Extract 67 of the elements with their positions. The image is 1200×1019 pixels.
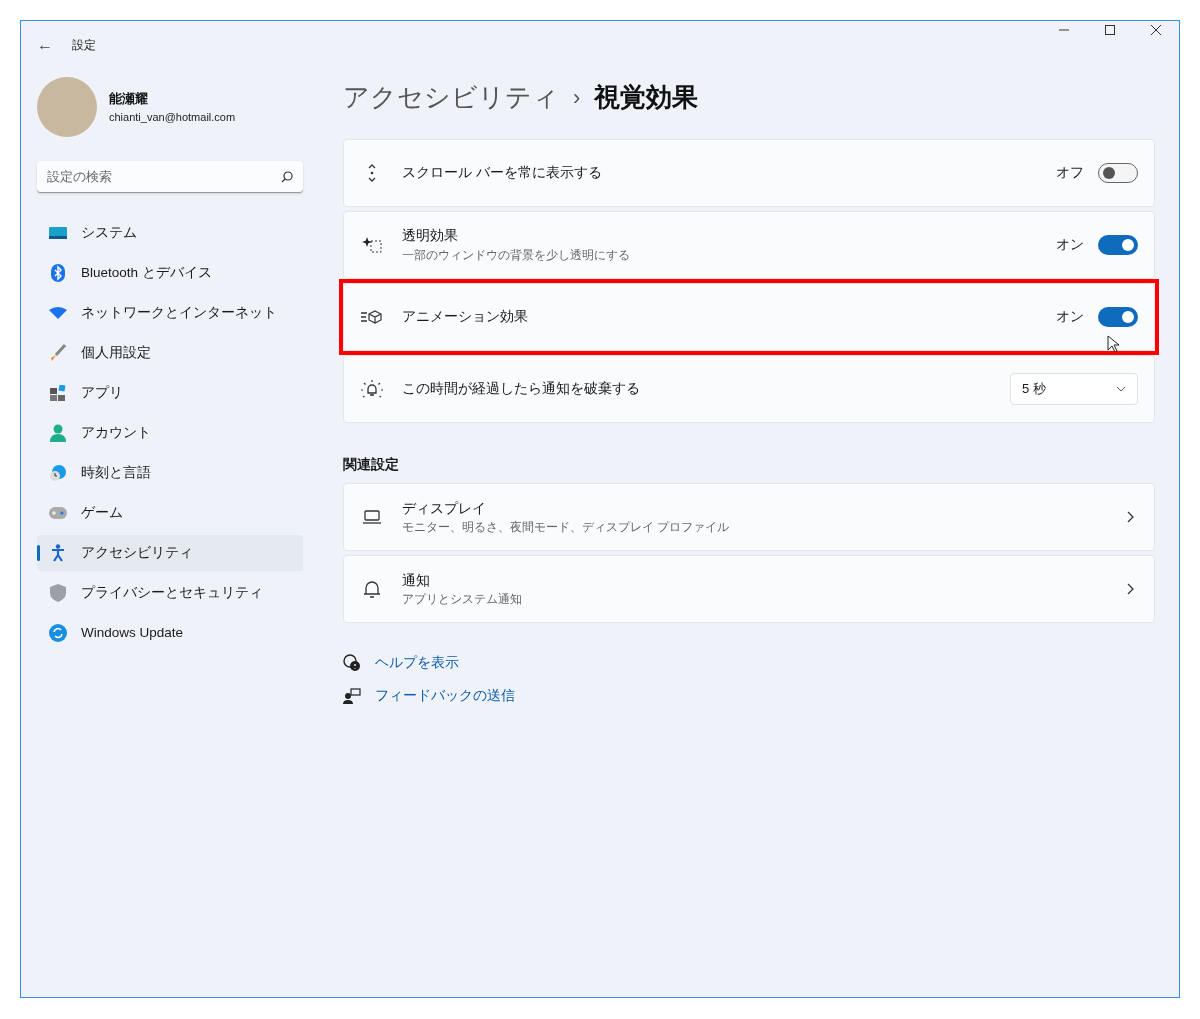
sidebar-item[interactable]: アクセシビリティ bbox=[37, 535, 303, 571]
lines-cube-icon bbox=[361, 310, 383, 324]
update-icon bbox=[49, 624, 67, 642]
breadcrumb-parent[interactable]: アクセシビリティ bbox=[343, 77, 559, 117]
setting-description: 一部のウィンドウの背景を少し透明にする bbox=[402, 247, 630, 263]
avatar bbox=[37, 77, 97, 137]
page-title: 視覚効果 bbox=[594, 80, 699, 114]
chevron-right-icon bbox=[1127, 511, 1134, 524]
toggle-state-label: オン bbox=[1056, 235, 1084, 254]
apps-icon bbox=[50, 385, 66, 401]
monitor-icon bbox=[49, 226, 67, 240]
toggle-switch[interactable] bbox=[1098, 163, 1138, 183]
sidebar-item[interactable]: アカウント bbox=[37, 415, 303, 451]
wifi-icon bbox=[49, 307, 67, 319]
chevron-right-icon bbox=[1127, 583, 1134, 596]
shield-icon bbox=[50, 584, 66, 602]
toggle-switch[interactable] bbox=[1098, 235, 1138, 255]
help-link[interactable]: ヘルプを表示 bbox=[375, 653, 459, 674]
section-heading: 関連設定 bbox=[343, 456, 400, 474]
user-name: 能瀬耀 bbox=[109, 90, 149, 108]
sidebar-item[interactable]: ネットワークとインターネット bbox=[37, 295, 303, 331]
close-icon[interactable] bbox=[1151, 25, 1161, 35]
toggle-switch[interactable] bbox=[1098, 307, 1138, 327]
setting-title: アニメーション効果 bbox=[402, 307, 528, 326]
toggle-state-label: オン bbox=[1056, 307, 1084, 326]
duration-dropdown[interactable]: 5 秒 bbox=[1010, 373, 1138, 405]
sidebar-item[interactable]: プライバシーとセキュリティ bbox=[37, 575, 303, 611]
chevron-down-icon bbox=[1116, 386, 1126, 392]
setting-title: 透明効果 bbox=[402, 227, 459, 246]
scroll-arrows-icon bbox=[367, 163, 377, 183]
sidebar-item[interactable]: 時刻と言語 bbox=[37, 455, 303, 491]
maximize-icon[interactable] bbox=[1105, 25, 1115, 35]
laptop-icon bbox=[362, 510, 382, 525]
help-person-icon bbox=[343, 654, 361, 673]
sidebar-item[interactable]: Bluetooth とデバイス bbox=[37, 255, 303, 291]
globe-clock-icon bbox=[49, 464, 67, 482]
help-link[interactable]: フィードバックの送信 bbox=[375, 685, 515, 706]
user-email: chianti_van@hotmail.com bbox=[109, 109, 236, 125]
bell-icon bbox=[363, 579, 381, 600]
brush-icon bbox=[50, 344, 66, 362]
accessibility-icon bbox=[51, 544, 65, 562]
sparkle-dashed-square-icon bbox=[362, 236, 382, 254]
setting-title: ディスプレイ bbox=[402, 499, 487, 518]
related-setting-card[interactable]: ディスプレイ モニター、明るさ、夜間モード、ディスプレイ プロファイル bbox=[343, 483, 1155, 552]
setting-title: 通知 bbox=[402, 571, 431, 590]
selection-indicator bbox=[37, 545, 40, 561]
sidebar-item[interactable]: Windows Update bbox=[37, 615, 303, 651]
setting-title: スクロール バーを常に表示する bbox=[402, 163, 602, 182]
setting-title: この時間が経過したら通知を破棄する bbox=[402, 379, 640, 398]
back-button[interactable]: ← bbox=[37, 33, 53, 57]
toggle-state-label: オフ bbox=[1056, 163, 1084, 182]
feedback-person-icon bbox=[343, 687, 361, 704]
search-icon bbox=[281, 170, 293, 183]
breadcrumb-separator: › bbox=[573, 83, 581, 112]
bluetooth-icon bbox=[51, 264, 65, 282]
setting-description: モニター、明るさ、夜間モード、ディスプレイ プロファイル bbox=[402, 519, 730, 535]
person-icon bbox=[50, 424, 66, 442]
sidebar-item[interactable]: 個人用設定 bbox=[37, 335, 303, 371]
window-title: 設定 bbox=[72, 37, 96, 54]
bell-rays-icon bbox=[361, 379, 383, 399]
sidebar-item[interactable]: ゲーム bbox=[37, 495, 303, 531]
sidebar-item[interactable]: アプリ bbox=[37, 375, 303, 411]
sidebar-item[interactable]: システム bbox=[37, 215, 303, 251]
search-field[interactable]: 設定の検索 bbox=[37, 161, 303, 193]
gamepad-icon bbox=[49, 507, 67, 519]
related-setting-card[interactable]: 通知 アプリとシステム通知 bbox=[343, 555, 1155, 624]
setting-description: アプリとシステム通知 bbox=[402, 591, 522, 607]
